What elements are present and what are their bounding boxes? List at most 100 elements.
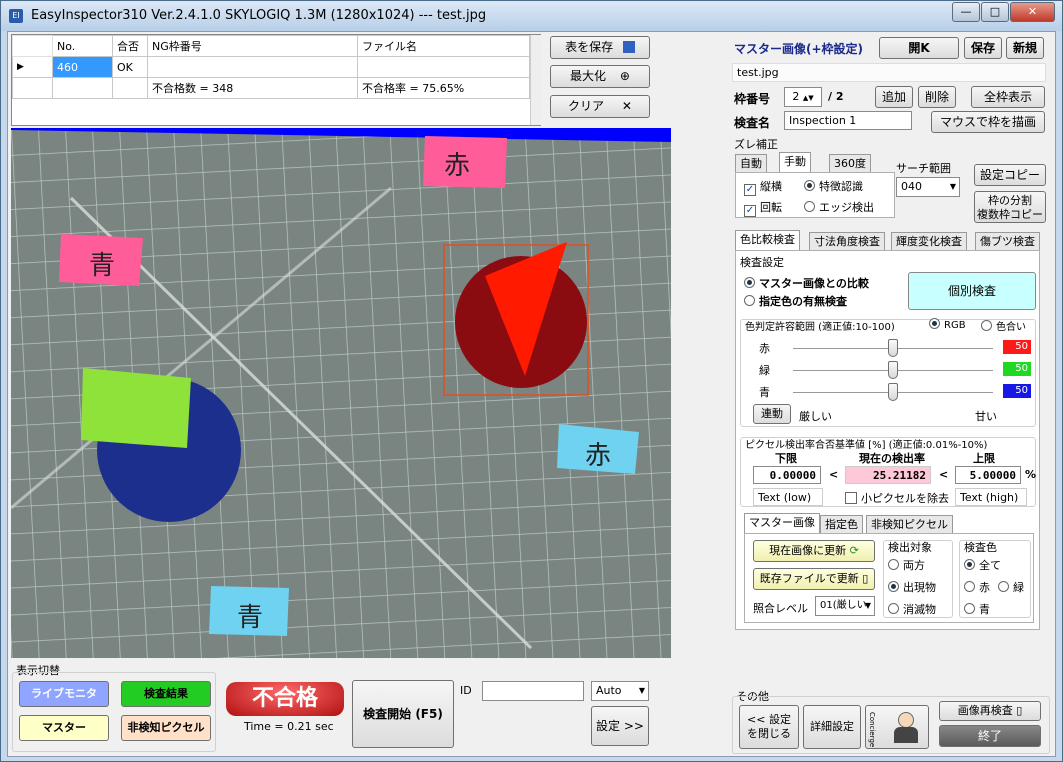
cell-result[interactable]: OK [112,56,148,78]
tab-dimension[interactable]: 寸法角度検査 [809,232,885,251]
start-inspection-button[interactable]: 検査開始 (F5) [352,680,454,748]
frame-number-stepper[interactable]: 2 ▲▼ [784,87,822,107]
appeared-radio[interactable]: 出現物 [888,579,936,595]
client-area: No. 合否 NG枠番号 ファイル名 ▶ 460 OK 不合格数 = 348 不… [7,31,1056,757]
maximize-button[interactable]: □ [981,2,1009,22]
file-icon: ▯ [862,572,869,585]
tab-manual[interactable]: 手動 [779,152,811,173]
disappeared-radio[interactable]: 消滅物 [888,601,936,617]
cell-file[interactable] [357,56,530,78]
split-frame-button[interactable]: 枠の分割 複数枠コピー [974,191,1046,223]
col-file[interactable]: ファイル名 [357,35,530,57]
table-row[interactable]: ▶ 460 OK [12,56,530,78]
text-high-field[interactable]: Text (high) [955,488,1027,506]
upper-field[interactable]: 5.00000 [955,466,1021,484]
col-ng[interactable]: NG枠番号 [147,35,358,57]
spin-icon[interactable]: ▲▼ [803,94,814,102]
tolerance-group: 色判定許容範囲 (適正値:10-100) RGB 色合い 赤 50 緑 50 青… [740,318,1036,427]
cell-no[interactable]: 460 [52,56,113,78]
open-button[interactable]: 開K [879,37,959,59]
loose-label: 甘い [975,410,997,423]
tab-master-image[interactable]: マスター画像 [744,513,820,534]
red-radio[interactable]: 赤 [964,579,990,595]
individual-inspect-button[interactable]: 個別検査 [908,272,1036,310]
tab-nondetect-pixel[interactable]: 非検知ピクセル [866,515,953,534]
cell-fail-count: 不合格数 = 348 [147,77,358,99]
match-level-select[interactable]: 01(厳しい [815,596,875,616]
minimize-button[interactable]: — [952,2,980,22]
tab-auto[interactable]: 自動 [735,154,767,173]
tab-color[interactable]: 色比較検査 [735,230,800,251]
save-table-button[interactable]: 表を保存 [550,36,650,59]
table-row[interactable]: 不合格数 = 348 不合格率 = 75.65% [12,77,530,99]
close-button[interactable]: ✕ [1010,2,1055,22]
id-input[interactable] [482,681,584,701]
blue-slider-thumb[interactable] [888,383,898,401]
table-scrollbar[interactable] [530,35,541,125]
clear-table-button[interactable]: クリア ✕ [550,95,650,118]
red-value: 50 [1003,340,1031,354]
col-no[interactable]: No. [52,35,113,57]
all-radio[interactable]: 全て [964,557,1001,573]
col-result[interactable]: 合否 [112,35,148,57]
maximize-table-button[interactable]: 最大化 ⊕ [550,65,650,88]
delete-frame-button[interactable]: 削除 [918,86,956,108]
vertical-checkbox[interactable]: ✓ 縦横 [744,178,782,196]
image-view[interactable]: 赤 青 赤 青 [11,128,671,658]
tab-specified-color[interactable]: 指定色 [820,515,863,534]
copy-settings-button[interactable]: 設定コピー [974,164,1046,186]
green-radio[interactable]: 緑 [998,579,1024,595]
settings-toggle-button[interactable]: 設定 >> [591,706,649,746]
frame-total: / 2 [828,90,844,103]
tab-scratch[interactable]: 傷ブツ検査 [975,232,1040,251]
cell-ng[interactable] [147,56,358,78]
results-table[interactable]: No. 合否 NG枠番号 ファイル名 ▶ 460 OK 不合格数 = 348 不… [11,34,541,126]
show-all-frames-button[interactable]: 全枠表示 [971,86,1045,108]
auto-select[interactable]: Auto [591,681,649,701]
blue-value: 50 [1003,384,1031,398]
tab-luminance[interactable]: 輝度変化検査 [891,232,967,251]
master-compare-radio[interactable]: マスター画像との比較 [744,275,869,291]
green-slider-thumb[interactable] [888,361,898,379]
lower-field[interactable]: 0.00000 [753,466,821,484]
live-monitor-button[interactable]: ライブモニタ [19,681,109,707]
result-button[interactable]: 検査結果 [121,681,211,707]
add-frame-button[interactable]: 追加 [875,86,913,108]
color-panel: 検査設定 マスター画像との比較 指定色の有無検査 個別検査 色判定許容範囲 (適… [735,250,1040,630]
update-file-button[interactable]: 既存ファイルで更新 ▯ [753,568,875,590]
exit-button[interactable]: 終了 [939,725,1041,747]
tab-360[interactable]: 360度 [829,154,871,173]
app-icon: EI [9,9,23,23]
draw-frame-button[interactable]: マウスで枠を描画 [931,111,1045,133]
close-settings-button[interactable]: << 設定 を閉じる [739,705,799,749]
concierge-button[interactable]: Concierge [865,705,929,749]
save-button[interactable]: 保存 [964,37,1002,59]
color-presence-radio[interactable]: 指定色の有無検査 [744,293,847,309]
inspect-name-field[interactable]: Inspection 1 [784,111,912,130]
shift-panel: ✓ 縦横 ✓ 回転 特徴認識 エッジ検出 [735,172,895,218]
edge-radio[interactable]: エッジ検出 [804,199,874,215]
detect-target-label: 検出対象 [888,541,932,554]
title-bar: EI EasyInspector310 Ver.2.4.1.0 SKYLOGIQ… [1,1,1062,31]
green-label: 緑 [759,364,770,377]
master-view-button[interactable]: マスター [19,715,109,741]
text-low-field[interactable]: Text (low) [753,488,823,506]
new-button[interactable]: 新規 [1006,37,1044,59]
rotation-checkbox[interactable]: ✓ 回転 [744,199,782,217]
detail-settings-button[interactable]: 詳細設定 [803,705,861,749]
search-range-select[interactable]: 040 [896,177,960,197]
rgb-radio[interactable]: RGB [929,318,966,331]
remove-small-checkbox[interactable]: 小ピクセルを除去 [845,490,949,506]
blue-radio[interactable]: 青 [964,601,990,617]
hue-radio[interactable]: 色合い [981,318,1026,333]
red-slider-thumb[interactable] [888,339,898,357]
svg-text:赤: 赤 [585,441,611,471]
update-current-button[interactable]: 現在画像に更新 ⟳ [753,540,875,562]
feature-radio[interactable]: 特徴認識 [804,178,863,194]
reinspect-button[interactable]: 画像再検査 ▯ [939,701,1041,721]
both-radio[interactable]: 両方 [888,557,925,573]
link-button[interactable]: 連動 [753,404,791,424]
concierge-label: Concierge [868,712,876,748]
settings-group-label: 検査設定 [740,256,784,269]
nondetect-view-button[interactable]: 非検知ピクセル [121,715,211,741]
